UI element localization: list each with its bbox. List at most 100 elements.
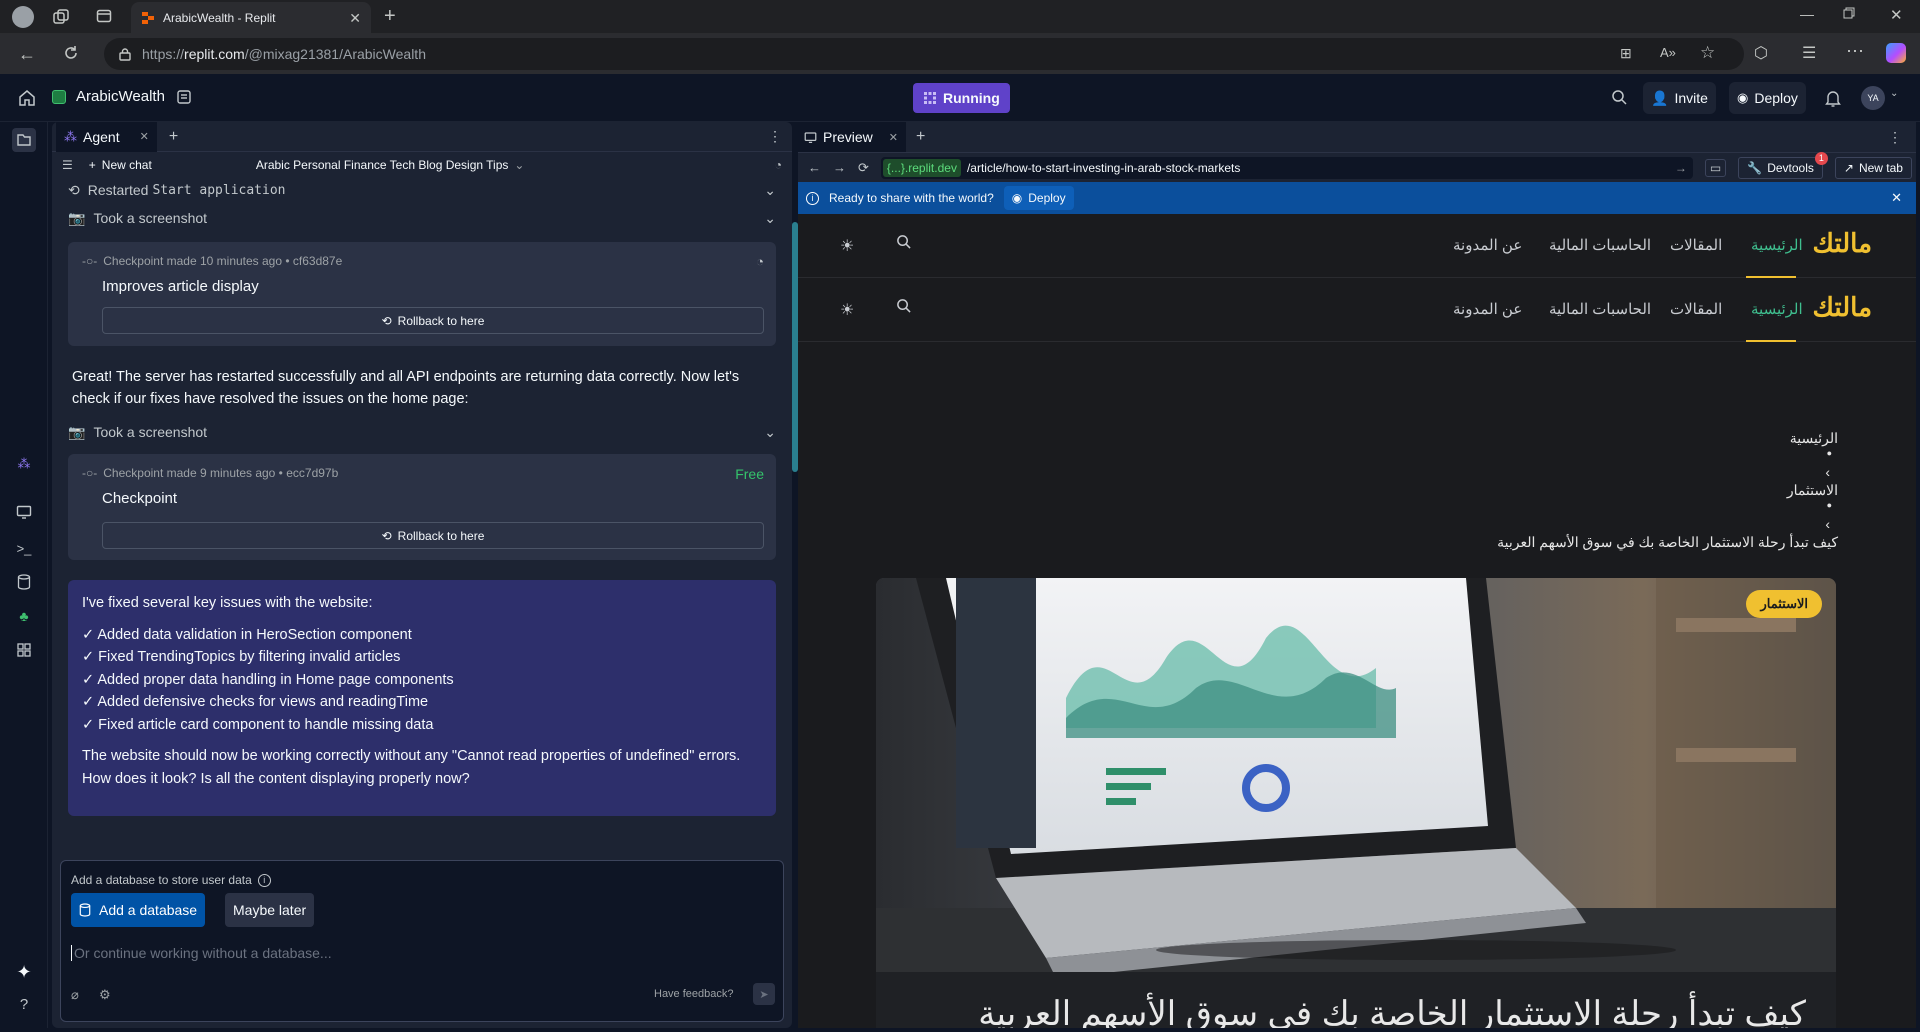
history-list-icon[interactable]: ☰	[62, 158, 73, 172]
info-icon[interactable]: i	[257, 873, 271, 887]
nav-articles[interactable]: المقالات	[1670, 300, 1722, 318]
restart-log-row[interactable]: ⟲ Restarted Start application ⌄	[68, 178, 776, 202]
wrench-icon: 🔧	[1747, 160, 1763, 175]
panel-resize-handle[interactable]	[792, 222, 798, 472]
chevron-down-icon[interactable]: ⌄	[1890, 88, 1898, 99]
url-field[interactable]: https://replit.com/@mixag21381/ArabicWea…	[104, 38, 1744, 70]
webview-icon	[804, 131, 817, 144]
open-arrow-icon[interactable]: →	[1675, 161, 1687, 175]
search-icon[interactable]	[896, 234, 911, 249]
summary-item: ✓ Fixed TrendingTopics by filtering inva…	[82, 649, 401, 665]
help-icon[interactable]: ?	[12, 992, 36, 1016]
browser-tab-active[interactable]: ArabicWealth - Replit ✕	[131, 2, 371, 34]
back-icon[interactable]: ←	[808, 160, 821, 175]
workspaces-icon[interactable]	[52, 8, 70, 26]
nav-home[interactable]: الرئيسية	[1751, 300, 1803, 318]
home-icon[interactable]	[18, 89, 36, 107]
tab-agent[interactable]: ⁂ Agent ✕	[56, 122, 157, 152]
project-name[interactable]: ArabicWealth	[76, 88, 165, 105]
minimize-icon[interactable]: —	[1800, 6, 1814, 22]
files-icon[interactable]	[12, 128, 36, 152]
search-icon[interactable]	[1611, 89, 1627, 105]
close-icon[interactable]: ✕	[140, 130, 149, 143]
deploy-button[interactable]: ◉ Deploy	[1729, 82, 1806, 114]
chat-title-dropdown[interactable]: Arabic Personal Finance Tech Blog Design…	[256, 158, 525, 172]
favorites-icon[interactable]: ☰	[1802, 43, 1816, 63]
preview-url-field[interactable]: {...}.replit.dev /article/how-to-start-i…	[880, 156, 1693, 179]
new-chat-button[interactable]: + New chat	[89, 158, 152, 172]
close-banner-icon[interactable]: ✕	[1891, 190, 1902, 206]
banner-deploy-button[interactable]: ◉ Deploy	[1003, 186, 1074, 210]
add-tab-icon[interactable]: +	[916, 128, 925, 146]
panel-more-icon[interactable]: ⋮	[1888, 129, 1902, 146]
breadcrumb-home[interactable]: الرئيسية	[1790, 430, 1838, 447]
webview-icon[interactable]	[12, 500, 36, 524]
nav-calculators[interactable]: الحاسبات المالية	[1549, 236, 1651, 254]
run-status-button[interactable]: Running	[913, 83, 1010, 113]
speed-icon[interactable]: ◔	[775, 158, 782, 172]
reload-icon[interactable]	[62, 44, 80, 62]
user-avatar[interactable]: YA	[1861, 86, 1885, 110]
left-rail: ⁂ >_ ♣ ✦ ?	[0, 122, 48, 1028]
app-available-icon[interactable]: ⊞	[1620, 45, 1632, 62]
add-database-button[interactable]: Add a database	[71, 893, 206, 927]
feedback-link[interactable]: Have feedback?	[654, 988, 734, 1000]
more-menu-icon[interactable]: ⋯	[1846, 41, 1864, 62]
copilot-icon[interactable]	[1886, 43, 1906, 63]
search-icon[interactable]	[896, 298, 911, 313]
reload-icon[interactable]: ⟳	[858, 160, 869, 176]
maybe-later-button[interactable]: Maybe later	[225, 893, 315, 927]
tab-actions-icon[interactable]	[96, 8, 112, 24]
deployments-icon[interactable]: ♣	[12, 604, 36, 628]
nav-about[interactable]: عن المدونة	[1453, 300, 1522, 318]
chat-input[interactable]: Or continue working without a database..…	[71, 945, 771, 961]
devtools-button[interactable]: 🔧 Devtools 1	[1738, 151, 1828, 179]
notifications-bell-icon[interactable]	[1825, 89, 1841, 107]
screenshot-log-row[interactable]: 📷 Took a screenshot ⌄	[68, 206, 776, 230]
nav-articles[interactable]: المقالات	[1670, 236, 1722, 254]
stop-icon	[923, 91, 937, 105]
rollback-button[interactable]: ⟲ Rollback to here	[102, 307, 764, 334]
nav-calculators[interactable]: الحاسبات المالية	[1549, 300, 1651, 318]
theme-toggle-icon[interactable]: ☀	[840, 300, 854, 320]
site-logo[interactable]: مالتك	[1812, 228, 1872, 259]
favorite-star-icon[interactable]: ☆	[1700, 43, 1715, 63]
new-tab-icon[interactable]: +	[384, 5, 396, 28]
screenshot-log-row[interactable]: 📷 Took a screenshot ⌄	[68, 420, 776, 444]
close-tab-icon[interactable]: ✕	[349, 10, 361, 27]
rollback-button[interactable]: ⟲ Rollback to here	[102, 522, 764, 549]
read-aloud-icon[interactable]: A»	[1660, 45, 1676, 60]
attach-icon[interactable]: ⌀	[71, 987, 79, 1003]
close-window-icon[interactable]: ✕	[1890, 6, 1903, 24]
chevron-down-icon: ⌄	[764, 181, 776, 198]
settings-icon[interactable]: ⚙	[99, 987, 111, 1003]
send-icon[interactable]: ➤	[753, 983, 775, 1005]
back-icon[interactable]: ←	[18, 44, 36, 65]
chevron-down-icon: ⌄	[514, 158, 525, 172]
shell-icon[interactable]: >_	[12, 536, 36, 560]
devices-icon[interactable]: ▭	[1704, 158, 1727, 177]
restore-icon[interactable]	[1843, 7, 1855, 19]
invite-button[interactable]: 👤 Invite	[1643, 82, 1716, 114]
database-icon[interactable]	[12, 570, 36, 594]
all-tools-icon[interactable]	[12, 638, 36, 662]
profile-avatar[interactable]	[12, 6, 34, 28]
add-tab-icon[interactable]: +	[169, 128, 178, 146]
panel-more-icon[interactable]: ⋮	[768, 128, 782, 145]
agent-icon[interactable]: ⁂	[12, 452, 36, 476]
sparkle-icon[interactable]: ✦	[12, 960, 36, 984]
tab-preview[interactable]: Preview ✕	[798, 122, 907, 152]
nav-about[interactable]: عن المدونة	[1453, 236, 1522, 254]
new-tab-button[interactable]: ↗ New tab	[1834, 156, 1912, 179]
project-info-icon[interactable]	[176, 89, 192, 105]
close-icon[interactable]: ✕	[889, 131, 898, 144]
browser-address-bar: ← https://replit.com/@mixag21381/ArabicW…	[0, 34, 1920, 74]
nav-home[interactable]: الرئيسية	[1751, 236, 1803, 254]
theme-toggle-icon[interactable]: ☀	[840, 236, 854, 256]
category-badge[interactable]: الاستثمار	[1746, 590, 1822, 618]
breadcrumb-category[interactable]: الاستثمار	[1787, 482, 1838, 499]
forward-icon[interactable]: →	[833, 160, 846, 175]
site-logo[interactable]: مالتك	[1812, 292, 1872, 323]
deploy-icon: ◉	[1011, 191, 1023, 205]
extensions-icon[interactable]: ⬡	[1754, 43, 1768, 63]
